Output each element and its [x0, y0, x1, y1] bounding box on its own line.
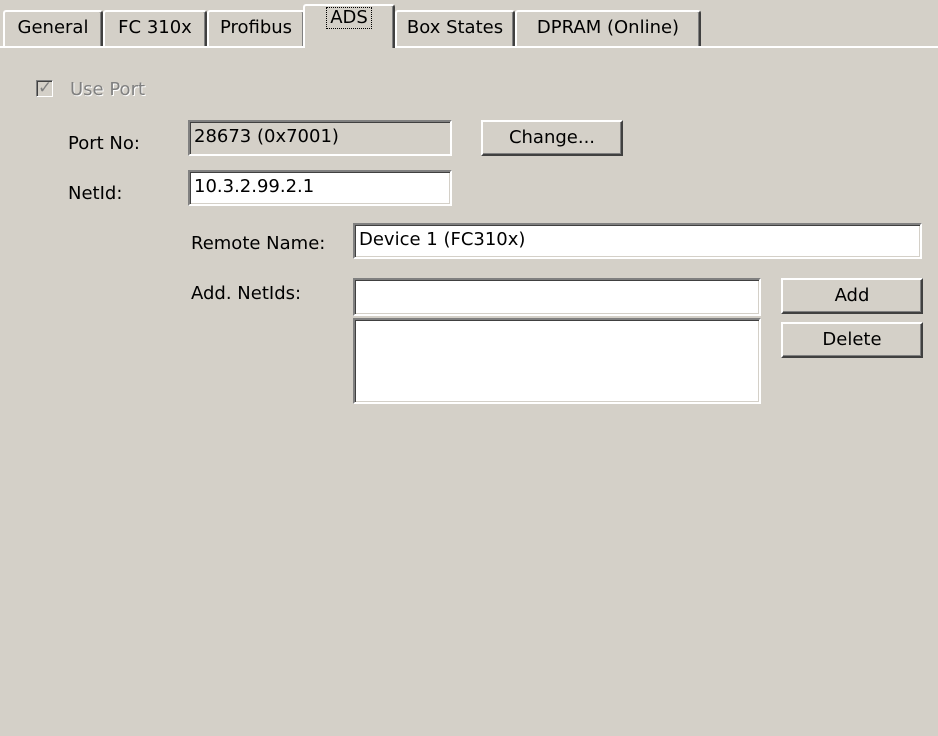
use-port-label: Use Port	[70, 79, 146, 100]
tab-box-states-label: Box States	[406, 17, 504, 38]
add-netids-label: Add. NetIds:	[191, 283, 302, 304]
remote-name-field[interactable]: Device 1 (FC310x)	[353, 223, 922, 259]
tab-baseline	[0, 46, 938, 48]
use-port-checkbox[interactable]: ✓	[36, 78, 53, 98]
add-netid-input[interactable]	[353, 278, 761, 316]
tab-ads-label: ADS	[326, 7, 372, 29]
netid-label: NetId:	[68, 183, 123, 204]
change-port-button[interactable]: Change...	[481, 120, 623, 156]
tab-ads[interactable]: ADS	[303, 4, 395, 48]
tab-general[interactable]: General	[3, 10, 103, 46]
checkmark-icon: ✓	[38, 78, 53, 98]
add-netid-button[interactable]: Add	[781, 278, 923, 314]
port-no-field: 28673 (0x7001)	[188, 120, 452, 156]
tab-strip: General FC 310x Profibus ADS Box States …	[0, 0, 938, 48]
netids-list[interactable]	[353, 318, 761, 404]
tab-box-states[interactable]: Box States	[395, 10, 515, 46]
remote-name-label: Remote Name:	[191, 233, 326, 254]
tab-profibus[interactable]: Profibus	[207, 10, 305, 46]
tab-dpram-online-label: DPRAM (Online)	[536, 17, 680, 38]
tab-fc310x-label: FC 310x	[118, 17, 192, 38]
ads-tab-panel: ✓ Use Port Port No: 28673 (0x7001) Chang…	[0, 48, 938, 736]
port-no-label: Port No:	[68, 133, 140, 154]
tab-profibus-label: Profibus	[219, 17, 293, 38]
netid-field[interactable]: 10.3.2.99.2.1	[188, 170, 452, 206]
ads-properties-window: General FC 310x Profibus ADS Box States …	[0, 0, 938, 736]
delete-netid-button[interactable]: Delete	[781, 322, 923, 358]
tab-general-label: General	[17, 17, 89, 38]
tab-dpram-online[interactable]: DPRAM (Online)	[515, 10, 701, 46]
tab-fc310x[interactable]: FC 310x	[103, 10, 207, 46]
